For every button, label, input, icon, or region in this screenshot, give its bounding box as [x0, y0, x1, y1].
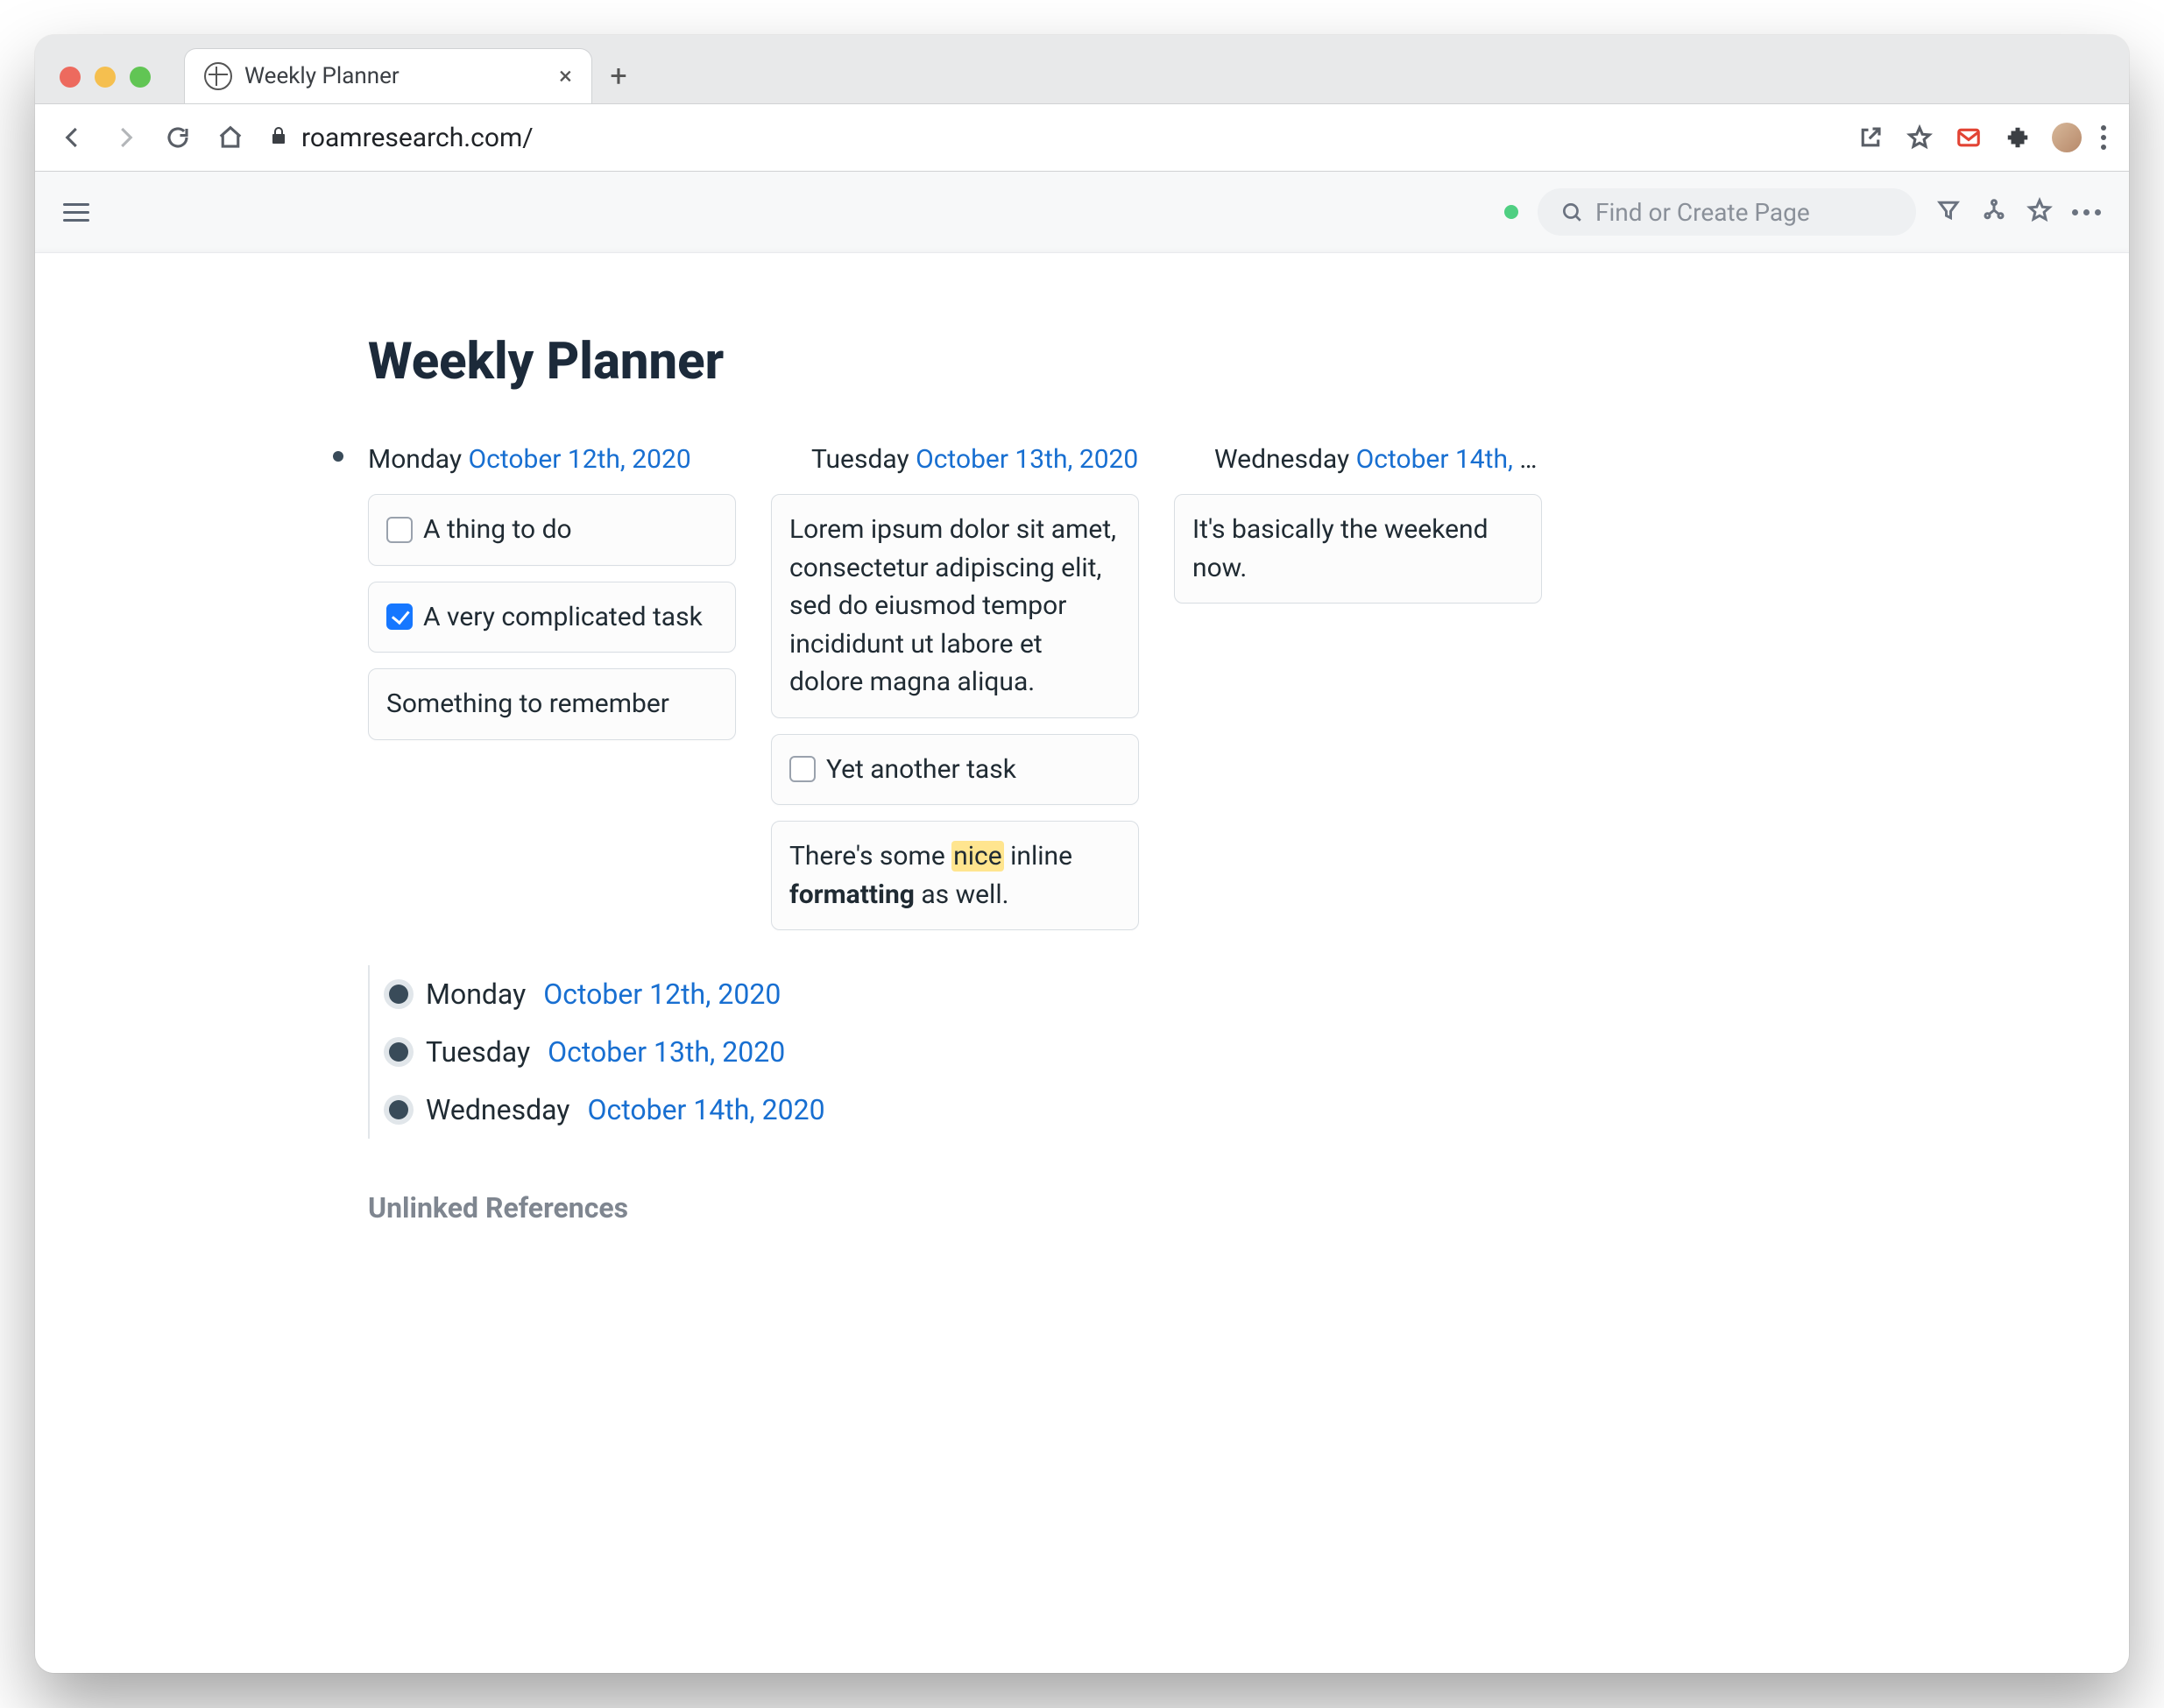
nav-forward-button[interactable]: [110, 123, 140, 152]
kanban-cards: Lorem ipsum dolor sit amet, consectetur …: [771, 494, 1139, 930]
favorite-icon[interactable]: [2026, 197, 2053, 227]
extensions-icon[interactable]: [2003, 123, 2033, 152]
reference-day: Tuesday: [426, 1035, 530, 1069]
reload-button[interactable]: [163, 123, 193, 152]
reference-date-link[interactable]: October 12th, 2020: [543, 978, 781, 1011]
kanban-column-header[interactable]: Tuesday October 13th, 2020: [811, 444, 1139, 475]
block-bullet-icon[interactable]: [389, 1100, 408, 1119]
block-bullet-icon[interactable]: [389, 1042, 408, 1062]
column-date-link[interactable]: October 14th, 20…: [1356, 444, 1542, 475]
kanban-card[interactable]: Something to remember: [368, 668, 736, 740]
sidebar-toggle-button[interactable]: [63, 203, 89, 222]
new-tab-button[interactable]: +: [592, 49, 645, 103]
block-reference[interactable]: Wednesday October 14th, 2020: [389, 1081, 1612, 1139]
bold-text: formatting: [789, 879, 915, 910]
todo-text: A thing to do: [423, 511, 572, 549]
tab-close-icon[interactable]: ×: [559, 64, 572, 88]
kanban-card[interactable]: There's some nice inline formatting as w…: [771, 821, 1139, 930]
todo-text: A very complicated task: [423, 598, 703, 637]
mail-extension-icon[interactable]: [1954, 123, 1984, 152]
page-content: Weekly Planner Monday October 12th, 2020…: [35, 252, 2129, 1673]
kanban-card[interactable]: A very complicated task: [368, 582, 736, 653]
kanban-column: Wednesday October 14th, 20… It's basicall…: [1174, 444, 1542, 603]
highlight-text: nice: [951, 841, 1003, 872]
kanban-card[interactable]: Yet another task: [771, 734, 1139, 806]
column-date-link[interactable]: October 13th, 2020: [916, 444, 1138, 475]
browser-tab[interactable]: Weekly Planner ×: [184, 48, 592, 103]
profile-avatar-icon[interactable]: [2052, 123, 2082, 152]
unlinked-references-heading[interactable]: Unlinked References: [368, 1191, 1612, 1225]
search-placeholder: Find or Create Page: [1595, 198, 1810, 227]
graph-icon[interactable]: [1981, 197, 2007, 227]
column-day: Tuesday: [811, 444, 916, 475]
page-title[interactable]: Weekly Planner: [368, 332, 1612, 392]
sync-status-icon: [1504, 205, 1518, 219]
kanban-column-header[interactable]: Wednesday October 14th, 20…: [1214, 444, 1542, 475]
url-text: roamresearch.com/: [301, 123, 534, 153]
app-topbar: Find or Create Page: [35, 172, 2129, 252]
todo-checkbox[interactable]: [789, 756, 816, 782]
todo-checkbox[interactable]: [386, 603, 413, 630]
column-day: Monday: [368, 444, 469, 475]
browser-tabstrip: Weekly Planner × +: [35, 35, 2129, 104]
block-bullet-icon[interactable]: [333, 451, 343, 462]
kanban-card[interactable]: It's basically the weekend now.: [1174, 494, 1542, 603]
filter-icon[interactable]: [1935, 197, 1962, 227]
home-button[interactable]: [216, 123, 245, 152]
address-bar[interactable]: roamresearch.com/: [268, 123, 1833, 153]
app-viewport: Find or Create Page Weekly Planner: [35, 172, 2129, 1673]
kanban-block: Monday October 12th, 2020A thing to doA …: [368, 444, 1612, 930]
reference-day: Monday: [426, 978, 526, 1011]
block-bullet-icon[interactable]: [389, 985, 408, 1004]
reference-date-link[interactable]: October 13th, 2020: [548, 1035, 785, 1069]
tab-title: Weekly Planner: [244, 63, 400, 89]
block-reference[interactable]: Tuesday October 13th, 2020: [389, 1023, 1612, 1081]
app-more-button[interactable]: [2072, 209, 2101, 215]
kanban-column: Monday October 12th, 2020A thing to doA …: [368, 444, 736, 740]
block-reference[interactable]: Monday October 12th, 2020: [389, 965, 1612, 1023]
browser-menu-button[interactable]: [2101, 125, 2106, 150]
reference-day: Wednesday: [426, 1093, 569, 1126]
column-day: Wednesday: [1214, 444, 1356, 475]
kanban-card[interactable]: A thing to do: [368, 494, 736, 566]
child-blocks: Monday October 12th, 2020Tuesday October…: [368, 965, 1612, 1139]
window-controls: [47, 67, 159, 103]
open-in-new-icon[interactable]: [1856, 123, 1885, 152]
todo-text: Yet another task: [826, 751, 1016, 789]
kanban-cards: A thing to do A very complicated task Some…: [368, 494, 736, 740]
search-input[interactable]: Find or Create Page: [1538, 188, 1916, 236]
todo-checkbox[interactable]: [386, 517, 413, 543]
kanban-card[interactable]: Lorem ipsum dolor sit amet, consectetur …: [771, 494, 1139, 718]
bookmark-star-icon[interactable]: [1905, 123, 1934, 152]
kanban-column: Tuesday October 13th, 2020 Lorem ipsum do…: [771, 444, 1139, 930]
browser-toolbar: roamresearch.com/: [35, 104, 2129, 172]
reference-date-link[interactable]: October 14th, 2020: [587, 1093, 824, 1126]
nav-back-button[interactable]: [58, 123, 88, 152]
favicon-icon: [204, 62, 232, 90]
column-date-link[interactable]: October 12th, 2020: [469, 444, 691, 475]
window-zoom-icon[interactable]: [130, 67, 151, 88]
browser-window: Weekly Planner × + roamrese: [35, 35, 2129, 1673]
window-minimize-icon[interactable]: [95, 67, 116, 88]
lock-icon: [268, 123, 289, 153]
kanban-column-header[interactable]: Monday October 12th, 2020: [368, 444, 736, 475]
kanban-cards: It's basically the weekend now.: [1174, 494, 1542, 603]
window-close-icon[interactable]: [60, 67, 81, 88]
